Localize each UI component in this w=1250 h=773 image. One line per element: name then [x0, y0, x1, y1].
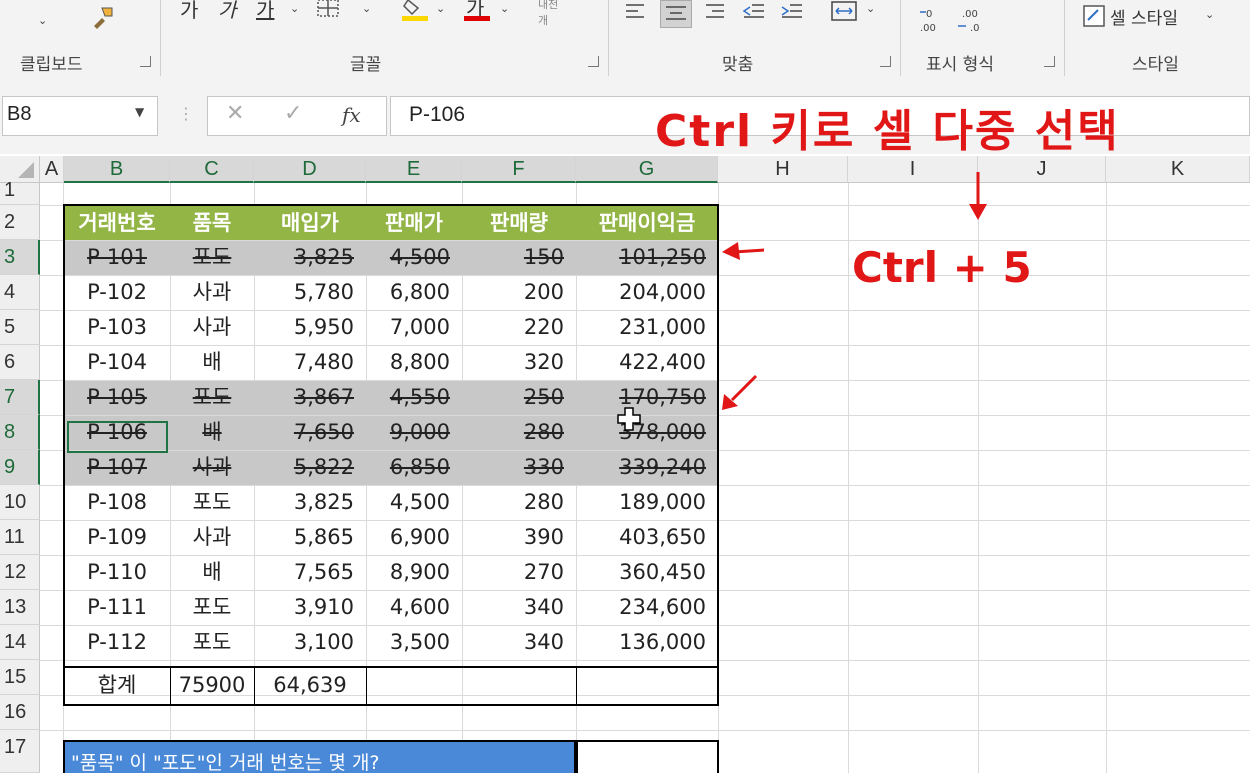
- font-color-bar: [464, 16, 490, 21]
- svg-text:0: 0: [926, 9, 932, 20]
- question-cell[interactable]: "품목" 이 "포도"인 거래 번호는 몇 개?: [63, 740, 576, 773]
- col-header-e[interactable]: E: [366, 156, 462, 183]
- decrease-indent-icon[interactable]: [742, 2, 766, 24]
- name-box[interactable]: B8 ▼: [2, 96, 158, 136]
- row-header-9[interactable]: 9: [0, 450, 40, 485]
- question-text: "품목" 이 "포도"인 거래 번호는 몇 개?: [71, 752, 380, 773]
- row-header-6[interactable]: 6: [0, 345, 40, 380]
- diagonal-arrow-icon: [722, 374, 758, 410]
- borders-icon[interactable]: [316, 0, 342, 24]
- format-painter-icon[interactable]: [88, 2, 118, 37]
- decrease-decimal-icon[interactable]: .00.0: [956, 6, 990, 38]
- merge-dropdown-icon[interactable]: ⌄: [866, 2, 875, 15]
- row-header-17[interactable]: 17: [0, 730, 40, 773]
- gridline: [40, 730, 1250, 731]
- paste-dropdown-icon[interactable]: ⌄: [38, 14, 47, 27]
- svg-text:.0: .0: [970, 23, 980, 34]
- answer-cell[interactable]: [576, 740, 719, 773]
- row-header-2[interactable]: 2: [0, 205, 40, 240]
- active-cell-outline: [67, 421, 168, 453]
- col-header-f[interactable]: F: [462, 156, 576, 183]
- bold-button[interactable]: 가: [180, 0, 198, 23]
- row-header-14[interactable]: 14: [0, 625, 40, 660]
- svg-text:.00: .00: [920, 23, 936, 34]
- alignment-launcher-icon[interactable]: [880, 56, 891, 67]
- ribbon-separator: [900, 0, 901, 76]
- underline-button[interactable]: 가: [256, 0, 274, 23]
- col-header-d[interactable]: D: [254, 156, 366, 183]
- total-divider: [366, 668, 367, 704]
- font-launcher-icon[interactable]: [588, 56, 599, 67]
- total-divider: [170, 668, 171, 704]
- ribbon-separator: [1064, 0, 1065, 76]
- down-arrow-icon: [969, 172, 987, 220]
- align-left-icon[interactable]: [624, 2, 646, 24]
- gridline: [848, 183, 849, 773]
- row-header-15[interactable]: 15: [0, 660, 40, 695]
- fill-color-icon[interactable]: [400, 0, 430, 26]
- row-header-16[interactable]: 16: [0, 695, 40, 730]
- italic-button[interactable]: 가: [218, 0, 236, 23]
- enter-icon[interactable]: ✓: [284, 101, 302, 126]
- number-launcher-icon[interactable]: [1044, 56, 1055, 67]
- clipboard-launcher-icon[interactable]: [140, 56, 151, 67]
- font-color-dropdown-icon[interactable]: ⌄: [500, 2, 509, 15]
- name-box-dropdown-icon[interactable]: ▼: [135, 105, 144, 119]
- group-label-clipboard: 클립보드: [20, 55, 83, 75]
- ribbon: ⌄ 클립보드 가 가 가 ⌄ ⌄ ⌄ 가 ⌄ 내천 개 글꼴 ⌄ 맞춤 0 .0…: [0, 0, 1250, 81]
- row-header-13[interactable]: 13: [0, 590, 40, 625]
- underline-dropdown-icon[interactable]: ⌄: [290, 2, 299, 15]
- merge-center-icon[interactable]: [830, 0, 858, 26]
- col-header-g[interactable]: G: [576, 156, 718, 183]
- annotation-title: Ctrl 키로 셀 다중 선택: [655, 106, 1120, 157]
- col-header-h[interactable]: H: [718, 156, 848, 183]
- row-header-11[interactable]: 11: [0, 520, 40, 555]
- total-divider: [254, 668, 255, 704]
- group-label-alignment: 맞춤: [722, 55, 754, 75]
- col-header-a[interactable]: A: [40, 156, 64, 183]
- increase-decimal-icon[interactable]: 0.00: [918, 6, 952, 38]
- group-label-font: 글꼴: [350, 55, 382, 75]
- formula-buttons: ✕ ✓ fx: [207, 96, 387, 136]
- row-header-1[interactable]: 1: [0, 180, 40, 205]
- fx-icon[interactable]: fx: [342, 103, 361, 127]
- cancel-icon[interactable]: ✕: [226, 101, 244, 126]
- total-divider: [576, 668, 577, 704]
- fill-color-dropdown-icon[interactable]: ⌄: [436, 2, 445, 15]
- formula-value: P-106: [409, 103, 466, 126]
- col-header-k[interactable]: K: [1106, 156, 1250, 183]
- group-label-styles: 스타일: [1132, 55, 1179, 75]
- increase-indent-icon[interactable]: [780, 2, 804, 24]
- row-header-10[interactable]: 10: [0, 485, 40, 520]
- align-right-icon[interactable]: [704, 2, 726, 24]
- cell-style-dropdown-icon[interactable]: ⌄: [1205, 8, 1214, 21]
- col-header-j[interactable]: J: [978, 156, 1106, 183]
- svg-text:.00: .00: [962, 9, 978, 20]
- row-header-7[interactable]: 7: [0, 380, 40, 415]
- col-header-c[interactable]: C: [170, 156, 254, 183]
- phonetic-icon[interactable]: 내천 개: [538, 0, 558, 28]
- name-box-value: B8: [7, 103, 32, 125]
- borders-dropdown-icon[interactable]: ⌄: [362, 2, 371, 15]
- row-header-5[interactable]: 5: [0, 310, 40, 345]
- ribbon-separator: [160, 0, 161, 76]
- row-header-12[interactable]: 12: [0, 555, 40, 590]
- total-row-border: [63, 666, 719, 706]
- move-cursor-icon: [616, 406, 642, 436]
- col-header-i[interactable]: I: [848, 156, 978, 183]
- ribbon-separator: [608, 0, 609, 76]
- col-header-b[interactable]: B: [64, 156, 170, 183]
- row-header-3[interactable]: 3: [0, 240, 40, 275]
- group-label-number: 표시 형식: [926, 55, 994, 75]
- row-header-8[interactable]: 8: [0, 415, 40, 450]
- cell-style-button[interactable]: 셀 스타일: [1110, 4, 1178, 29]
- align-center-button[interactable]: [660, 0, 692, 28]
- annotation-shortcut: Ctrl + 5: [852, 243, 1032, 292]
- row-header-4[interactable]: 4: [0, 275, 40, 310]
- formula-bar-grip-icon: ⋮: [178, 104, 194, 123]
- left-arrow-icon: [722, 242, 765, 260]
- gridline: [1106, 183, 1107, 773]
- cell-style-icon[interactable]: [1082, 4, 1106, 32]
